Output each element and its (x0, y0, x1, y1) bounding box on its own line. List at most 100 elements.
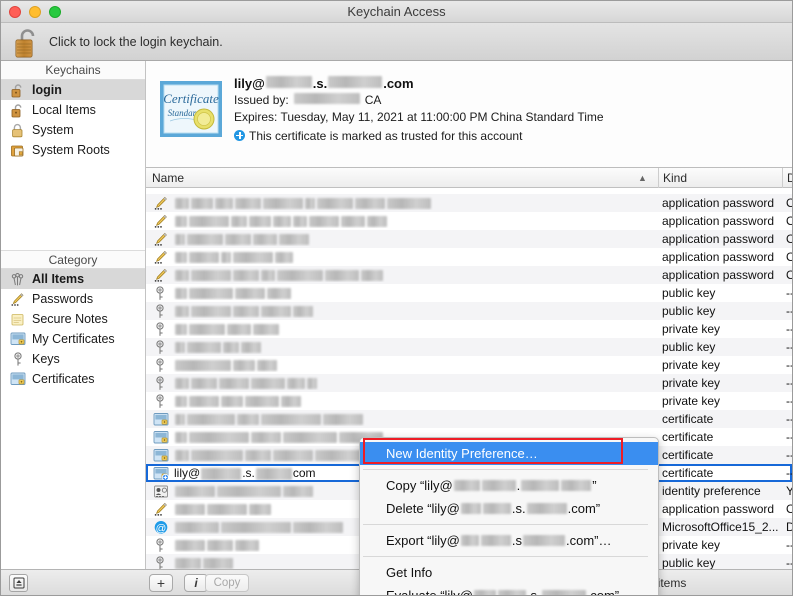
keychains-header: Keychains (1, 61, 145, 80)
menu-item-export[interactable]: Export “lily@ .s .com”… (360, 529, 658, 552)
table-cell-kind: identity preference (662, 484, 761, 498)
column-header-date[interactable]: Da (782, 168, 792, 188)
item-count-label: 64 items (641, 576, 687, 590)
svg-text:@: @ (156, 522, 167, 534)
redacted-blob (175, 360, 231, 372)
show-keychain-button-icon[interactable] (9, 574, 28, 592)
redacted-blob (521, 480, 560, 491)
table-row[interactable]: public key -- (146, 284, 792, 302)
table-row[interactable]: private key -- (146, 356, 792, 374)
certificate-name: lily@ .s. .com (234, 76, 604, 93)
redacted-blob (287, 378, 305, 390)
sidebar-item-my-certificates[interactable]: My Certificates (1, 329, 145, 349)
table-cell-date: -- (786, 358, 792, 372)
column-header-name[interactable]: Name (152, 168, 184, 188)
pencil-password-icon (150, 249, 172, 265)
sidebar-item-passwords[interactable]: Passwords (1, 289, 145, 309)
table-row[interactable]: application password Oc (146, 212, 792, 230)
redacted-blob (175, 540, 205, 552)
table-cell-kind: application password (662, 232, 775, 246)
context-menu[interactable]: New Identity Preference… Copy “lily@ . ”… (359, 437, 659, 596)
sidebar-item-keys[interactable]: Keys (1, 349, 145, 369)
redacted-blob (235, 198, 261, 210)
menu-item-delete[interactable]: Delete “lily@ .s. .com” (360, 497, 658, 520)
redacted-blob (233, 270, 259, 282)
redacted-blob (293, 306, 313, 318)
redacted-blob (249, 504, 271, 516)
svg-text:Certificate: Certificate (163, 91, 219, 106)
redacted-blob (275, 252, 293, 264)
table-row[interactable]: certificate -- (146, 410, 792, 428)
table-row[interactable]: public key -- (146, 338, 792, 356)
redacted-blob (482, 503, 511, 514)
table-cell-date: -- (786, 394, 792, 408)
redacted-blob (207, 504, 247, 516)
redacted-blob (265, 76, 312, 88)
certificate-trust-status: This certificate is marked as trusted fo… (234, 127, 604, 144)
table-cell-kind: application password (662, 268, 775, 282)
table-row[interactable]: private key -- (146, 320, 792, 338)
redacted-blob (187, 234, 223, 246)
sidebar-item-certificates[interactable]: Certificates (1, 369, 145, 389)
table-row[interactable]: public key -- (146, 302, 792, 320)
table-cell-date: -- (786, 286, 792, 300)
table-row[interactable]: application password Oc (146, 194, 792, 212)
table-cell-date: Oc (782, 502, 792, 516)
sidebar-item-label: All Items (32, 272, 85, 286)
unlocked-padlock-icon[interactable] (10, 25, 44, 59)
sidebar-item-label: My Certificates (32, 332, 115, 346)
redacted-blob (175, 432, 187, 444)
table-row[interactable]: application password Oc (146, 248, 792, 266)
sidebar-item-label: System (32, 123, 74, 137)
redacted-blob (221, 252, 231, 264)
menu-item-label: Export “lily@ (386, 533, 460, 548)
table-cell-date: -- (786, 322, 792, 336)
menu-item-new-identity-preference[interactable]: New Identity Preference… (360, 442, 658, 465)
menu-item-label: Evaluate “lily@ (386, 588, 473, 596)
table-cell-kind: private key (662, 538, 721, 552)
menu-item-evaluate[interactable]: Evaluate “lily@ .s. .com”… (360, 584, 658, 596)
redacted-blob (251, 432, 281, 444)
menu-item-label-tail: .com” (567, 501, 601, 516)
certificate-icon (9, 371, 26, 387)
redacted-blob (175, 414, 185, 426)
redacted-blob (317, 198, 353, 210)
table-cell-kind: private key (662, 322, 721, 336)
sidebar-item-login[interactable]: login (1, 80, 145, 100)
cell-text: .s. (242, 466, 255, 480)
sidebar-item-system-roots[interactable]: System Roots (1, 140, 145, 160)
column-header-kind[interactable]: Kind (658, 168, 788, 188)
menu-item-label-mid: .s (511, 533, 522, 548)
menu-item-copy[interactable]: Copy “lily@ . ” (360, 474, 658, 497)
sidebar-item-secure-notes[interactable]: Secure Notes (1, 309, 145, 329)
redacted-blob (293, 93, 360, 104)
key-icon (150, 303, 172, 319)
redacted-blob (187, 342, 221, 354)
certificate-info-panel: Certificate Standard lily@ .s. .com Issu… (146, 61, 792, 168)
add-item-button[interactable]: + (149, 574, 173, 592)
sort-ascending-caret-icon[interactable]: ▲ (638, 168, 647, 188)
lock-bar-label[interactable]: Click to lock the login keychain. (49, 35, 223, 49)
table-row[interactable]: private key -- (146, 392, 792, 410)
sidebar-item-local-items[interactable]: Local Items (1, 100, 145, 120)
title-bar: Keychain Access (1, 1, 792, 23)
table-cell-kind: private key (662, 376, 721, 390)
redacted-blob (277, 270, 323, 282)
redacted-blob (227, 324, 251, 336)
table-row[interactable]: application password Oc (146, 230, 792, 248)
table-cell-date: Oc (782, 232, 792, 246)
redacted-blob (191, 270, 231, 282)
issued-by-label: Issued by: (234, 93, 289, 107)
menu-separator (363, 556, 648, 557)
table-row[interactable]: private key -- (146, 374, 792, 392)
copy-button[interactable]: Copy (205, 574, 249, 592)
redacted-blob (219, 378, 249, 390)
sidebar-item-all-items[interactable]: All Items (1, 269, 145, 289)
table-row[interactable]: application password Oc (146, 266, 792, 284)
sidebar-item-system[interactable]: System (1, 120, 145, 140)
menu-item-get-info[interactable]: Get Info (360, 561, 658, 584)
redacted-blob (267, 288, 291, 300)
plus-icon: + (156, 575, 166, 591)
redacted-blob (225, 234, 251, 246)
redacted-blob (261, 270, 275, 282)
